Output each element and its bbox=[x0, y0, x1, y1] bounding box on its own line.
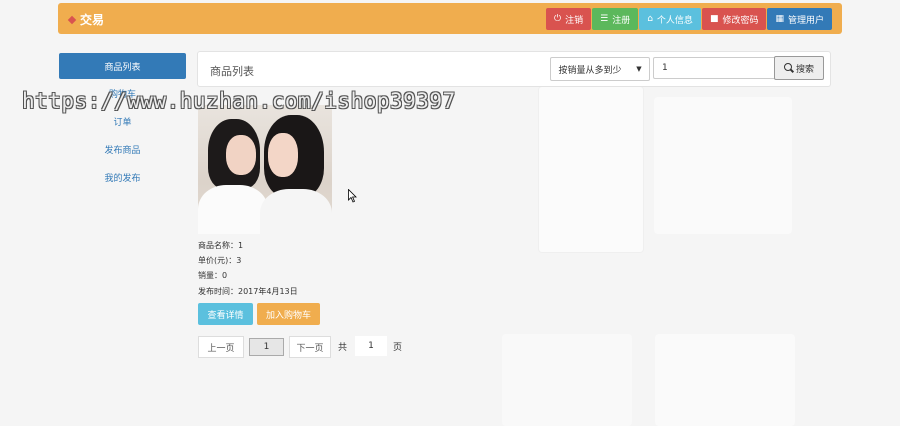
product-date-row: 发布时间：2017年4月13日 bbox=[198, 286, 298, 297]
faded-background-card bbox=[538, 86, 644, 253]
navbar-buttons: ⏻ 注销 ☰ 注册 ⌂ 个人信息 ■ 修改密码 ▦ 管理用户 bbox=[545, 8, 832, 30]
sidebar-item-publish[interactable]: 发布商品 bbox=[59, 135, 186, 163]
prev-page-button[interactable]: 上一页 bbox=[198, 336, 244, 358]
manage-users-button[interactable]: ▦ 管理用户 bbox=[767, 8, 832, 30]
view-details-label: 查看详情 bbox=[207, 310, 244, 321]
product-list-panel: 商品列表 按销量从多到少 ▼ 搜索 bbox=[197, 51, 831, 87]
caret-down-icon: ▼ bbox=[636, 65, 642, 73]
profile-button[interactable]: ⌂ 个人信息 bbox=[639, 8, 701, 30]
total-pages-value: 1 bbox=[355, 336, 387, 356]
current-page-label: 1 bbox=[263, 342, 270, 352]
prev-page-label: 上一页 bbox=[207, 343, 235, 354]
product-date-label: 发布时间： bbox=[198, 287, 238, 296]
product-name-value: 1 bbox=[238, 241, 244, 250]
sidebar-item-label: 我的发布 bbox=[104, 173, 141, 184]
next-page-button[interactable]: 下一页 bbox=[289, 336, 331, 358]
sort-select[interactable]: 按销量从多到少 bbox=[550, 57, 630, 81]
total-pages-suffix: 页 bbox=[393, 342, 403, 353]
grid-icon: ▦ bbox=[775, 14, 784, 24]
watermark-text: https://www.huzhan.com/ishop39397 bbox=[22, 89, 456, 113]
product-sales-value: 0 bbox=[222, 271, 228, 280]
sidebar-item-label: 商品列表 bbox=[104, 62, 141, 73]
product-sales-row: 销量：0 bbox=[198, 270, 227, 281]
product-name-row: 商品名称：1 bbox=[198, 240, 243, 251]
faded-background-card bbox=[654, 97, 792, 234]
profile-label: 个人信息 bbox=[656, 15, 693, 26]
next-page-label: 下一页 bbox=[296, 343, 324, 354]
current-page-indicator[interactable]: 1 bbox=[249, 338, 284, 356]
product-price-value: 3 bbox=[236, 256, 242, 265]
product-sales-label: 销量： bbox=[198, 271, 222, 280]
product-name-label: 商品名称： bbox=[198, 241, 238, 250]
search-icon bbox=[783, 63, 792, 71]
product-date-value: 2017年4月13日 bbox=[238, 287, 298, 296]
product-price-label: 单价(元)： bbox=[198, 256, 237, 265]
search-button[interactable]: 搜索 bbox=[774, 56, 824, 80]
sidebar-item-product-list[interactable]: 商品列表 bbox=[59, 53, 186, 79]
add-to-cart-label: 加入购物车 bbox=[265, 310, 311, 321]
product-image[interactable] bbox=[198, 105, 332, 234]
product-price-row: 单价(元)：3 bbox=[198, 255, 241, 266]
sort-selected-label: 按销量从多到少 bbox=[558, 65, 622, 76]
register-button[interactable]: ☰ 注册 bbox=[592, 8, 639, 30]
lock-icon: ■ bbox=[709, 14, 719, 24]
power-icon: ⏻ bbox=[553, 14, 562, 24]
manage-users-label: 管理用户 bbox=[787, 15, 824, 26]
sidebar-item-label: 订单 bbox=[113, 117, 132, 128]
sort-dropdown-toggle[interactable]: ▼ bbox=[629, 57, 650, 81]
page-title: 商品列表 bbox=[210, 65, 254, 78]
faded-background-card bbox=[502, 334, 632, 426]
search-button-label: 搜索 bbox=[795, 64, 814, 75]
sidebar: 商品列表 购物车 订单 发布商品 我的发布 bbox=[59, 53, 186, 191]
add-to-cart-button[interactable]: 加入购物车 bbox=[257, 303, 320, 325]
change-password-button[interactable]: ■ 修改密码 bbox=[701, 8, 767, 30]
list-icon: ☰ bbox=[600, 14, 609, 24]
brand-title: 交易 bbox=[80, 13, 105, 27]
top-navbar: 交易 ⏻ 注销 ☰ 注册 ⌂ 个人信息 ■ 修改密码 ▦ 管理用户 bbox=[58, 3, 842, 34]
brand-logo-icon bbox=[68, 15, 78, 25]
sidebar-item-my-posts[interactable]: 我的发布 bbox=[59, 163, 186, 191]
total-pages-prefix: 共 bbox=[338, 342, 348, 353]
change-password-label: 修改密码 bbox=[722, 15, 759, 26]
register-label: 注册 bbox=[612, 15, 631, 26]
brand[interactable]: 交易 bbox=[68, 11, 104, 28]
sidebar-item-label: 发布商品 bbox=[104, 145, 141, 156]
view-details-button[interactable]: 查看详情 bbox=[198, 303, 253, 325]
logout-label: 注销 bbox=[565, 15, 584, 26]
faded-background-card bbox=[655, 334, 795, 426]
logout-button[interactable]: ⏻ 注销 bbox=[545, 8, 592, 30]
search-input[interactable] bbox=[653, 57, 780, 79]
home-icon: ⌂ bbox=[647, 14, 653, 24]
